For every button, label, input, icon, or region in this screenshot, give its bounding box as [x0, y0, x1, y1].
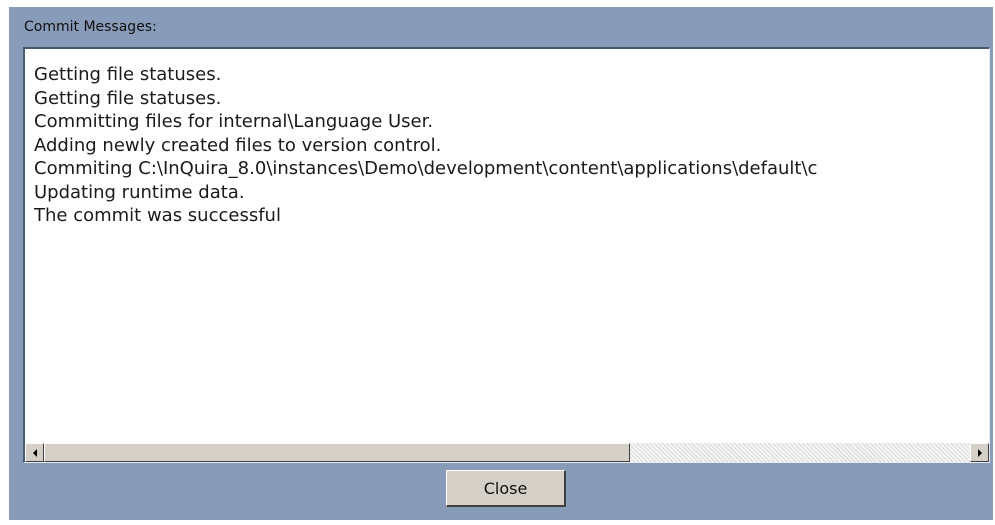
scrollbar-thumb[interactable] [44, 443, 630, 462]
commit-messages-label: Commit Messages: [24, 19, 157, 35]
log-line: Getting file statuses. [34, 87, 222, 109]
scroll-left-button[interactable] [25, 443, 44, 462]
log-line: The commit was successful [34, 205, 281, 226]
scroll-right-button[interactable] [970, 443, 989, 462]
horizontal-scrollbar[interactable] [25, 443, 989, 462]
arrow-right-icon [977, 448, 982, 457]
log-line: Committing files for internal\Language U… [34, 111, 434, 132]
arrow-left-icon [32, 448, 37, 457]
commit-log-lines: Getting file statuses. Getting file stat… [34, 63, 974, 228]
close-button[interactable]: Close [446, 470, 566, 507]
log-line: Commiting C:\InQuira_8.0\instances\Demo\… [34, 158, 818, 179]
log-line: Adding newly created files to version co… [34, 134, 442, 156]
commit-log-textarea[interactable]: Getting file statuses. Getting file stat… [23, 47, 990, 463]
log-line: Getting file statuses. [34, 64, 222, 85]
commit-messages-dialog: Commit Messages: Getting file statuses. … [9, 7, 993, 520]
log-line: Updating runtime data. [34, 181, 245, 203]
